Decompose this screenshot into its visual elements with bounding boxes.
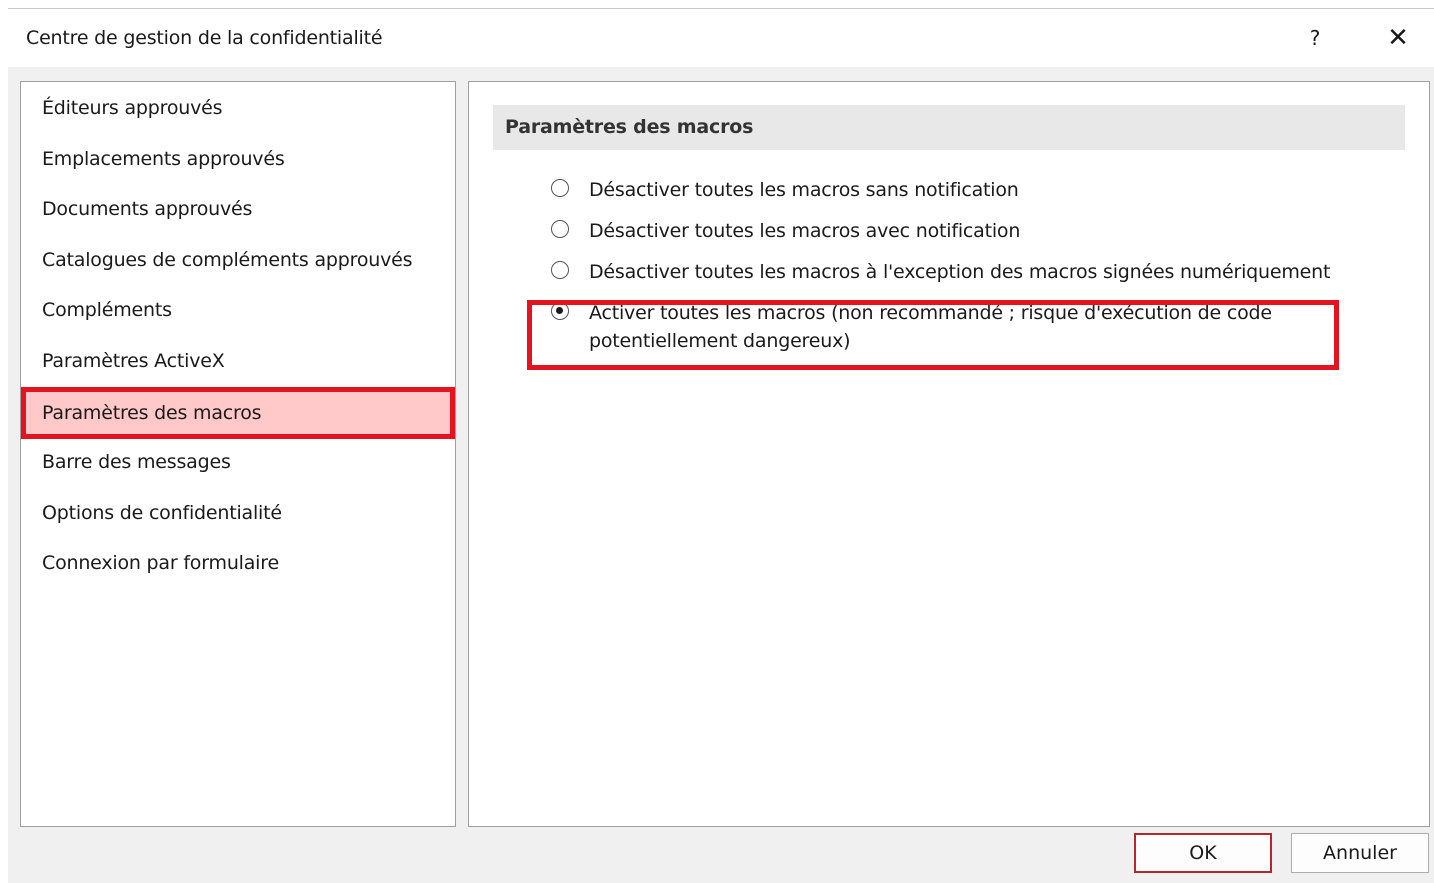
title-bar: Centre de gestion de la confidentialité … <box>8 9 1434 67</box>
sidebar-nav: Éditeurs approuvés Emplacements approuvé… <box>20 81 456 827</box>
section-title: Paramètres des macros <box>493 105 1405 150</box>
option-label: Désactiver toutes les macros à l'excepti… <box>589 261 1331 283</box>
highlight-annotation <box>527 300 1339 370</box>
sidebar-item-trusted-publishers[interactable]: Éditeurs approuvés <box>22 86 454 130</box>
option-label: Désactiver toutes les macros sans notifi… <box>589 179 1019 201</box>
sidebar-item-message-bar[interactable]: Barre des messages <box>22 440 454 484</box>
help-button[interactable]: ? <box>1298 21 1332 55</box>
sidebar-item-macro-settings[interactable]: Paramètres des macros <box>21 387 455 439</box>
sidebar-item-trusted-addin-catalogs[interactable]: Catalogues de compléments approuvés <box>22 238 454 282</box>
radio-button[interactable] <box>551 220 569 238</box>
sidebar-item-privacy-options[interactable]: Options de confidentialité <box>22 491 454 535</box>
main-panel: Paramètres des macros Désactiver toutes … <box>468 81 1430 827</box>
ok-button[interactable]: OK <box>1134 833 1272 873</box>
sidebar-item-addins[interactable]: Compléments <box>22 288 454 332</box>
trust-center-dialog: Centre de gestion de la confidentialité … <box>8 8 1434 883</box>
close-button[interactable]: ✕ <box>1380 21 1416 55</box>
radio-button[interactable] <box>551 261 569 279</box>
option-label: Désactiver toutes les macros avec notifi… <box>589 220 1021 242</box>
sidebar-item-activex-settings[interactable]: Paramètres ActiveX <box>22 339 454 383</box>
sidebar-item-trusted-locations[interactable]: Emplacements approuvés <box>22 137 454 181</box>
sidebar-item-trusted-documents[interactable]: Documents approuvés <box>22 187 454 231</box>
dialog-title: Centre de gestion de la confidentialité <box>26 27 383 49</box>
cancel-button[interactable]: Annuler <box>1291 833 1429 873</box>
sidebar-item-form-based-signin[interactable]: Connexion par formulaire <box>22 541 454 585</box>
radio-button[interactable] <box>551 179 569 197</box>
